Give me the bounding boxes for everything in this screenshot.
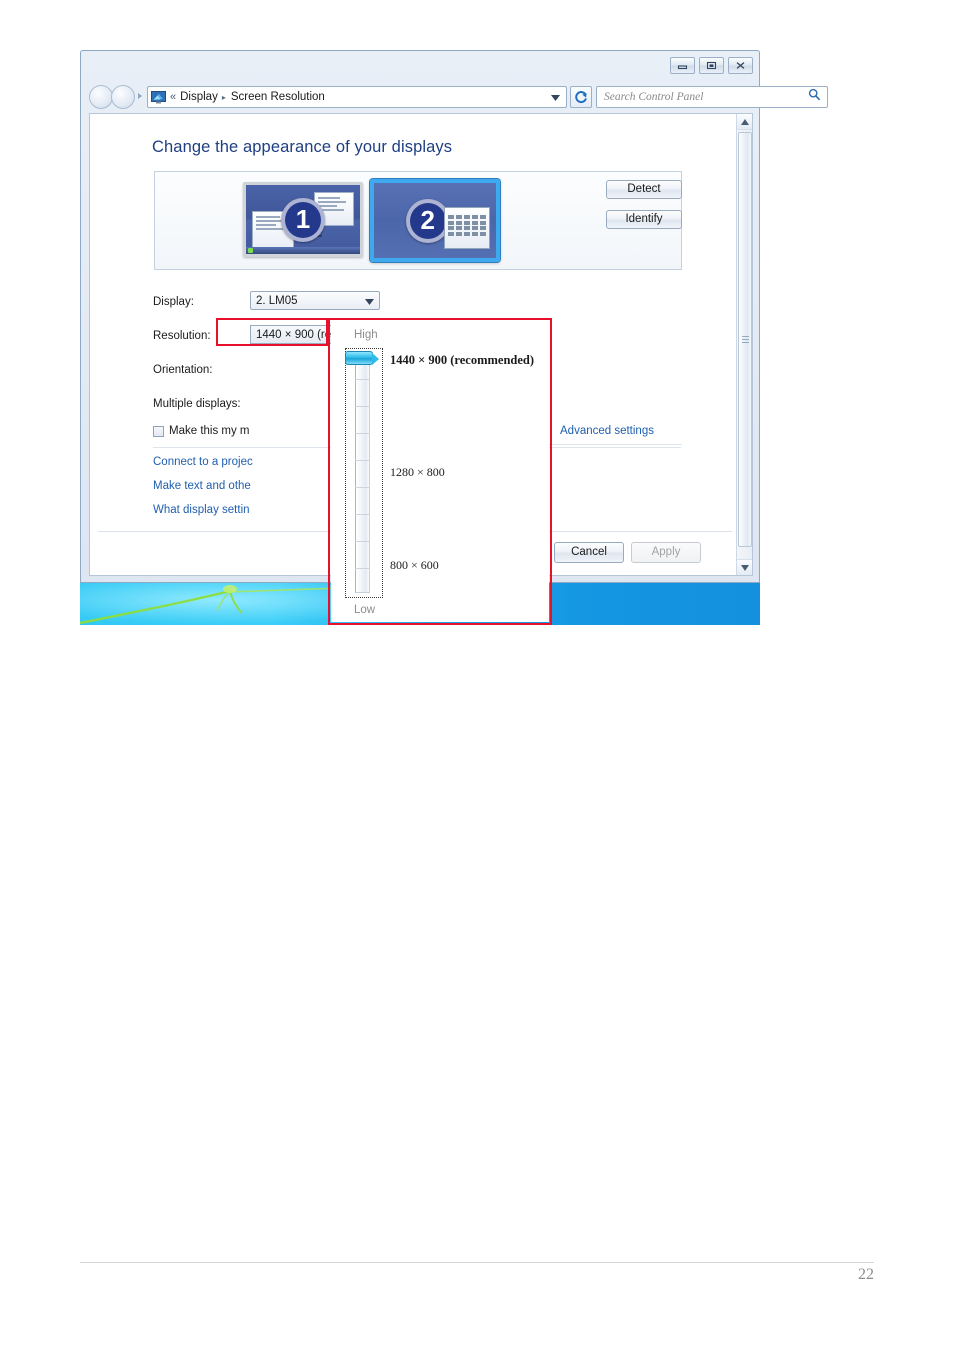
breadcrumb-arrow-icon[interactable]: ▸ xyxy=(218,93,231,102)
close-button[interactable] xyxy=(728,57,753,74)
monitor-1-number: 1 xyxy=(281,197,325,242)
what-display-settings-link[interactable]: What display settin xyxy=(153,504,250,516)
resolution-dropdown-highlight xyxy=(328,318,552,625)
display-select-value: 2. LM05 xyxy=(256,294,298,307)
chevron-down-icon[interactable] xyxy=(365,292,379,310)
scroll-up-arrow-icon[interactable] xyxy=(737,114,752,130)
checkbox-label: Make this my m xyxy=(169,425,250,437)
monitor-1-taskbar xyxy=(246,247,360,254)
checkbox-box[interactable] xyxy=(153,425,164,437)
advanced-settings-link[interactable]: Advanced settings xyxy=(560,425,654,437)
vertical-scrollbar[interactable] xyxy=(736,114,752,575)
identify-button[interactable]: Identify xyxy=(606,210,682,229)
window-navigation-bar: « Display ▸ Screen Resolution Search Con… xyxy=(81,81,828,113)
breadcrumb-display[interactable]: Display xyxy=(180,91,218,103)
display-select[interactable]: 2. LM05 xyxy=(250,291,380,310)
connect-projector-link[interactable]: Connect to a projec xyxy=(153,456,253,468)
detect-button[interactable]: Detect xyxy=(606,180,682,199)
display-monitor-icon xyxy=(151,90,166,103)
minimize-button[interactable] xyxy=(670,57,695,74)
refresh-icon xyxy=(575,91,587,103)
breadcrumb-screen-resolution[interactable]: Screen Resolution xyxy=(231,91,325,103)
monitor-1-start-orb-icon xyxy=(248,248,253,253)
display-label: Display: xyxy=(153,296,194,308)
address-bar[interactable]: « Display ▸ Screen Resolution xyxy=(147,86,567,108)
search-icon[interactable] xyxy=(808,88,827,106)
address-dropdown-icon[interactable] xyxy=(545,88,566,106)
apply-button[interactable]: Apply xyxy=(631,542,701,563)
window-controls xyxy=(670,57,753,74)
scroll-down-arrow-icon[interactable] xyxy=(737,559,752,575)
address-overflow-chevrons[interactable]: « xyxy=(166,91,180,103)
make-main-display-checkbox[interactable]: Make this my m xyxy=(153,425,250,437)
orientation-label: Orientation: xyxy=(153,364,213,376)
footer-divider xyxy=(80,1262,874,1263)
nav-back-forward-group xyxy=(89,85,135,109)
monitor-1-thumbnail[interactable]: 1 xyxy=(243,182,363,257)
calculator-icon xyxy=(444,207,490,249)
refresh-button[interactable] xyxy=(570,86,592,108)
maximize-button[interactable] xyxy=(699,57,724,74)
page-title: Change the appearance of your displays xyxy=(152,138,453,156)
cancel-button[interactable]: Cancel xyxy=(554,542,624,563)
search-placeholder: Search Control Panel xyxy=(604,91,704,103)
window-titlebar xyxy=(81,51,759,81)
screenshot-figure: « Display ▸ Screen Resolution Search Con… xyxy=(80,50,828,625)
search-input[interactable]: Search Control Panel xyxy=(596,86,828,108)
make-text-larger-link[interactable]: Make text and othe xyxy=(153,480,251,492)
scrollbar-grip-icon xyxy=(741,334,749,345)
resolution-label: Resolution: xyxy=(153,330,211,342)
resolution-label-highlight xyxy=(216,318,328,346)
monitor-2-thumbnail[interactable]: 2 xyxy=(370,179,500,262)
forward-button[interactable] xyxy=(111,85,135,109)
recent-pages-chevron-icon[interactable] xyxy=(138,93,142,99)
back-button[interactable] xyxy=(89,85,113,109)
multiple-displays-label: Multiple displays: xyxy=(153,398,241,410)
page-number: 22 xyxy=(858,1266,874,1283)
scrollbar-thumb[interactable] xyxy=(738,132,752,547)
monitor-arrangement-preview: 1 2 xyxy=(154,171,682,270)
